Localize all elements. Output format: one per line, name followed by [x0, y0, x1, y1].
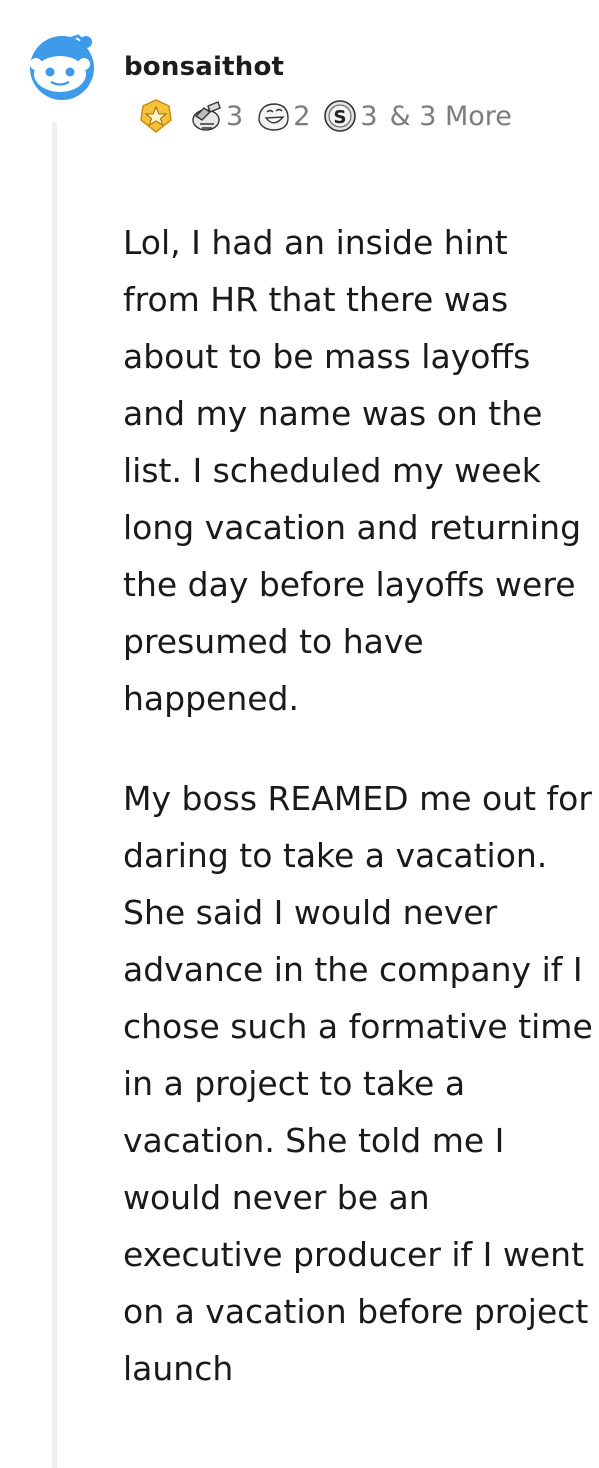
silver-coin-icon: S: [322, 98, 358, 134]
award-count: 2: [293, 100, 311, 132]
svg-text:S: S: [334, 107, 347, 128]
thread-line[interactable]: [52, 122, 57, 1468]
snoo-avatar-icon: [30, 34, 94, 100]
avatar[interactable]: [20, 30, 102, 102]
username[interactable]: bonsaithot: [124, 52, 284, 82]
gavel-hand-icon: [188, 98, 224, 134]
awards-row[interactable]: 3 2 S 3 & 3 More: [138, 96, 512, 136]
award-count: 3: [360, 100, 378, 132]
gold-badge-icon: [138, 98, 174, 134]
comment-paragraph: Lol, I had an inside hint from HR that t…: [123, 223, 582, 718]
comment-paragraph: My boss REAMED me out for daring to take…: [123, 779, 593, 1388]
awards-more-link[interactable]: & 3 More: [390, 101, 512, 132]
comment-body: Lol, I had an inside hint from HR that t…: [123, 214, 593, 1440]
laughing-face-icon: [255, 98, 291, 134]
award-count: 3: [226, 100, 244, 132]
